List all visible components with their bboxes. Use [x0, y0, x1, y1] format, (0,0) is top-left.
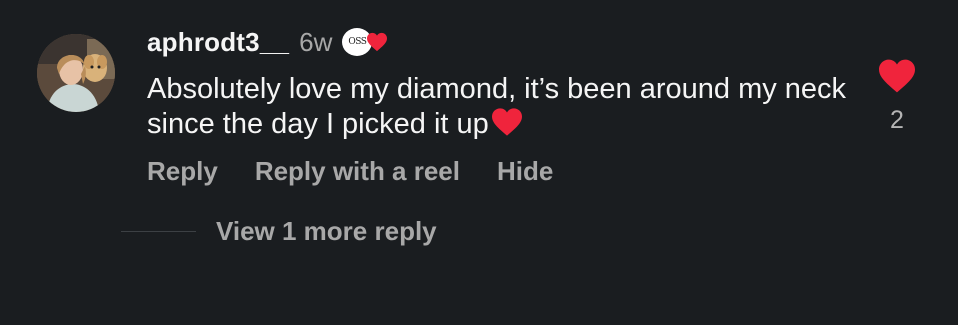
view-more-label[interactable]: View 1 more reply: [216, 216, 437, 247]
reply-with-reel-button[interactable]: Reply with a reel: [255, 156, 460, 187]
like-button[interactable]: 2: [876, 58, 918, 140]
comment-actions: Reply Reply with a reel Hide: [147, 156, 553, 187]
like-count: 2: [890, 106, 904, 134]
oss-badge-icon: OSS: [342, 27, 394, 57]
reply-button[interactable]: Reply: [147, 156, 218, 187]
avatar[interactable]: [37, 34, 115, 112]
comment-text: Absolutely love my diamond, it’s been ar…: [147, 72, 847, 142]
comment-header: aphrodt3__ 6w OSS: [147, 24, 394, 60]
heart-icon: [367, 32, 388, 52]
divider-line: [121, 231, 196, 232]
heart-emoji-icon: [491, 108, 522, 136]
username[interactable]: aphrodt3__: [147, 27, 289, 58]
timestamp: 6w: [299, 26, 333, 57]
avatar-photo: [37, 34, 115, 112]
hide-button[interactable]: Hide: [497, 156, 553, 187]
heart-icon[interactable]: [877, 58, 917, 94]
comment-item: aphrodt3__ 6w OSS Absolutely love my dia…: [0, 0, 958, 325]
view-more-replies[interactable]: View 1 more reply: [121, 216, 437, 247]
